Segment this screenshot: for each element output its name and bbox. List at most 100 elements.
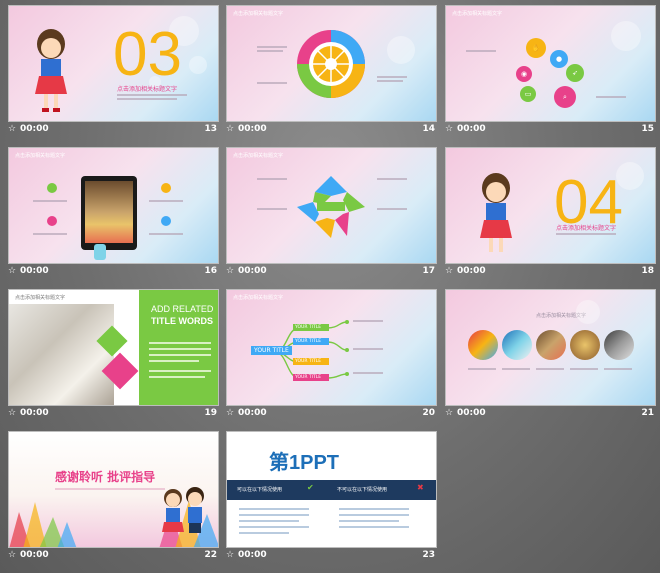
slide-number: 14: [422, 124, 435, 134]
slide-timing: 00:00: [20, 550, 49, 560]
handshake-icon: ✋: [526, 38, 546, 58]
transition-star-icon: ☆: [226, 266, 235, 276]
slide-timing: 00:00: [457, 266, 486, 276]
slide-preview: 感谢聆听 批评指导: [8, 431, 219, 548]
slide-timing: 00:00: [457, 408, 486, 418]
slide-thumbnail-15[interactable]: 点击添加相关标题文字 ✋ ● ➶ ◉ ▭ ⌕ ☆ 00:00 15: [445, 5, 656, 140]
slide-thumbnail-18[interactable]: 04 点击添加相关标题文字 ☆ 00:00 18: [445, 147, 656, 282]
slide-thumbnail-21[interactable]: 点击添加相关标题文字 ☆ 00:00 21: [445, 289, 656, 424]
slide-timing: 00:00: [457, 124, 486, 134]
check-icon: ✔: [307, 483, 314, 492]
photo-circle-4: [570, 330, 600, 360]
slide-thumbnail-23[interactable]: 第1PPT 可以在以下情况使用 ✔ 不可以在以下情况使用 ✖ ☆ 00:00 2…: [226, 431, 437, 566]
slide-number: 21: [641, 408, 654, 418]
branch-item-2: YOUR TITLE: [293, 338, 329, 345]
center-title: YOUR TITLE: [251, 346, 292, 355]
transition-star-icon: ☆: [445, 266, 454, 276]
slide-number: 23: [422, 550, 435, 560]
info-banner: 可以在以下情况使用 ✔ 不可以在以下情况使用 ✖: [227, 480, 436, 500]
slide-preview: 第1PPT 可以在以下情况使用 ✔ 不可以在以下情况使用 ✖: [226, 431, 437, 548]
green-panel: ADD RELATED TITLE WORDS: [139, 290, 218, 405]
section-number: 03: [113, 20, 182, 89]
transition-star-icon: ☆: [8, 266, 17, 276]
slide-title: 点击添加相关标题文字: [233, 11, 284, 17]
cartoon-girl-icon: [480, 173, 512, 252]
transition-star-icon: ☆: [226, 124, 235, 134]
branch-item-4: YOUR TITLE: [293, 374, 329, 381]
camera-icon: ◉: [516, 66, 532, 82]
slide-thumbnail-16[interactable]: 点击添加相关标题文字 ☆ 00:00 16: [8, 147, 219, 282]
slide-timing: 00:00: [238, 266, 267, 276]
photo-circle-3: [536, 330, 566, 360]
slide-preview: 点击添加相关标题文字: [8, 147, 219, 264]
cartoon-kids-icon: [162, 487, 204, 533]
slide-thumbnail-22[interactable]: 感谢聆听 批评指导 ☆ 00:00 22: [8, 431, 219, 566]
branch-item-3: YOUR TITLE: [293, 358, 329, 365]
slide-thumbnail-17[interactable]: 点击添加相关标题文字 ☆ 00:00 17: [226, 147, 437, 282]
forbidden-heading: 不可以在以下情况使用: [337, 487, 388, 493]
slide-subtitle: 点击添加相关标题文字: [556, 225, 617, 232]
allowed-heading: 可以在以下情况使用: [237, 487, 283, 493]
slide-preview: 04 点击添加相关标题文字: [445, 147, 656, 264]
wheel-diagram-icon: [297, 30, 365, 98]
search-icon: ⌕: [554, 86, 576, 108]
slide-number: 15: [641, 124, 654, 134]
slide-timing: 00:00: [238, 550, 267, 560]
slide-thumbnail-19[interactable]: 点击添加相关标题文字 ADD RELATED TITLE WORDS ☆ 00:…: [8, 289, 219, 424]
slide-subtitle: 点击添加相关标题文字: [117, 86, 178, 93]
slide-number: 13: [204, 124, 217, 134]
slide-timing: 00:00: [238, 408, 267, 418]
clock-icon: [161, 183, 171, 193]
hexagon-diagram-icon: [297, 176, 365, 238]
slide-preview: 点击添加相关标题文字: [226, 5, 437, 122]
bag-icon: [161, 216, 171, 226]
cartoon-girl-icon: [35, 29, 67, 112]
cross-icon: ✖: [417, 483, 424, 492]
slide-timing: 00:00: [20, 408, 49, 418]
panel-heading-1: ADD RELATED: [151, 304, 214, 314]
slide-number: 18: [641, 266, 654, 276]
brand-logo: 第1PPT: [269, 452, 340, 474]
slide-number: 19: [204, 408, 217, 418]
photo-circle-5: [604, 330, 634, 360]
slide-number: 22: [204, 550, 217, 560]
thanks-title: 感谢聆听 批评指导: [55, 470, 156, 484]
office-photo: [9, 304, 114, 405]
transition-star-icon: ☆: [445, 124, 454, 134]
slide-number: 20: [422, 408, 435, 418]
slide-number: 16: [204, 266, 217, 276]
slide-timing: 00:00: [20, 124, 49, 134]
slide-thumbnail-13[interactable]: 03 点击添加相关标题文字 ☆ 00:00 13: [8, 5, 219, 140]
slide-preview: 点击添加相关标题文字: [445, 289, 656, 406]
slide-title: 点击添加相关标题文字: [233, 153, 284, 159]
slide-title: 点击添加相关标题文字: [15, 153, 66, 159]
branch-item-1: YOUR TITLE: [293, 324, 329, 331]
slide-timing: 00:00: [238, 124, 267, 134]
slide-preview: 点击添加相关标题文字 ADD RELATED TITLE WORDS: [8, 289, 219, 406]
slide-thumbnail-20[interactable]: 点击添加相关标题文字 YOUR TITLE YOUR TITLE YOUR TI…: [226, 289, 437, 424]
transition-star-icon: ☆: [8, 124, 17, 134]
photo-circle-1: [468, 330, 498, 360]
monitor-icon: ▭: [520, 86, 536, 102]
slide-title: 点击添加相关标题文字: [15, 295, 66, 301]
people-icon: ●: [550, 50, 568, 68]
chart-icon: [47, 183, 57, 193]
panel-heading-2: TITLE WORDS: [151, 316, 213, 326]
slide-number: 17: [422, 266, 435, 276]
cap-icon: [47, 216, 57, 226]
transition-star-icon: ☆: [226, 550, 235, 560]
slide-preview: 点击添加相关标题文字 ✋ ● ➶ ◉ ▭ ⌕: [445, 5, 656, 122]
rocket-icon: ➶: [566, 64, 584, 82]
slide-timing: 00:00: [20, 266, 49, 276]
transition-star-icon: ☆: [226, 408, 235, 418]
transition-star-icon: ☆: [8, 408, 17, 418]
transition-star-icon: ☆: [445, 408, 454, 418]
slide-preview: 03 点击添加相关标题文字: [8, 5, 219, 122]
slide-title: 点击添加相关标题文字: [452, 11, 503, 17]
tablet-image: [81, 176, 137, 250]
transition-star-icon: ☆: [8, 550, 17, 560]
slide-thumbnail-14[interactable]: 点击添加相关标题文字 ☆ 00:00 14: [226, 5, 437, 140]
slide-preview: 点击添加相关标题文字 YOUR TITLE YOUR TITLE YOUR TI…: [226, 289, 437, 406]
photo-circle-2: [502, 330, 532, 360]
slide-preview: 点击添加相关标题文字: [226, 147, 437, 264]
